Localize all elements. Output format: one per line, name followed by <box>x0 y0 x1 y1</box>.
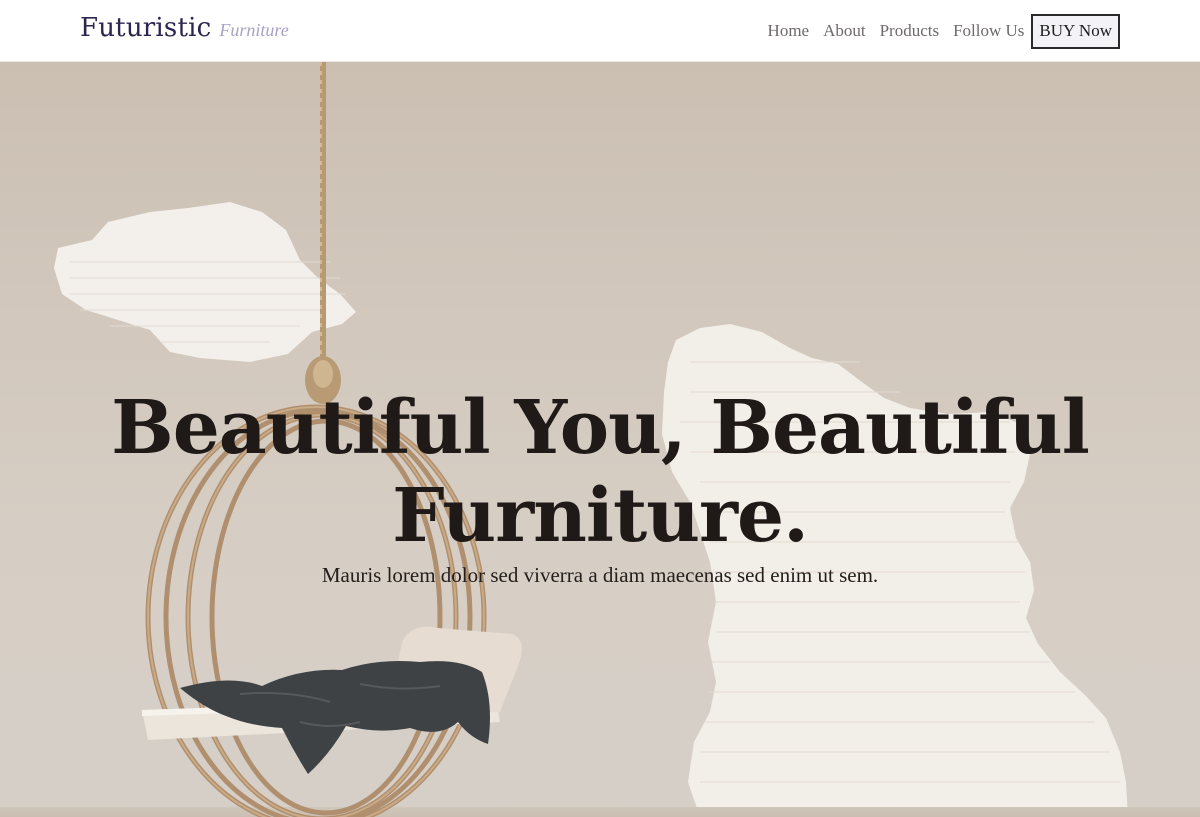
brand-name: Futuristic <box>80 13 212 43</box>
brick-patch-left <box>54 202 356 362</box>
hero-title-line-2: Furniture. <box>392 473 809 559</box>
nav-products[interactable]: Products <box>880 21 940 41</box>
hero-subtitle: Mauris lorem dolor sed viverra a diam ma… <box>321 563 879 587</box>
brand-logo[interactable]: Futuristic Furniture <box>80 13 289 43</box>
hero-title: Beautiful You, Beautiful Furniture. <box>0 384 1200 560</box>
hero-title-line-1: Beautiful You, Beautiful <box>111 385 1090 471</box>
brand-tagline: Furniture <box>219 20 289 40</box>
nav-follow-us[interactable]: Follow Us <box>953 21 1024 41</box>
buy-now-button[interactable]: BUY Now <box>1031 13 1120 49</box>
nav-about[interactable]: About <box>823 21 866 41</box>
hero-section: Beautiful You, Beautiful Furniture. Maur… <box>0 62 1200 817</box>
nav-home[interactable]: Home <box>768 21 810 41</box>
main-nav: Home About Products Follow Us BUY Now <box>768 13 1120 49</box>
site-header: Futuristic Furniture Home About Products… <box>0 0 1200 62</box>
